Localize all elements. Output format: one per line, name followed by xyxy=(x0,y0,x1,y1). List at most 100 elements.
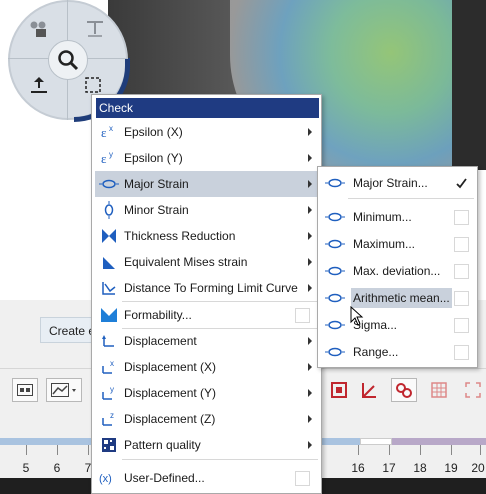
strain-ellipse-icon xyxy=(323,231,347,257)
submenu-item-label: Range... xyxy=(353,345,399,359)
submenu-item-minimum[interactable]: Minimum... xyxy=(321,204,475,230)
select-points-icon[interactable] xyxy=(28,18,50,40)
layout-icon xyxy=(17,384,33,396)
menu-item-formability[interactable]: Formability... xyxy=(95,302,320,328)
menu-separator xyxy=(122,459,318,460)
fit-tool-button[interactable] xyxy=(460,378,486,402)
svg-text:ε: ε xyxy=(101,125,107,140)
submenu-item-maximum[interactable]: Maximum... xyxy=(321,231,475,257)
svg-text:ε: ε xyxy=(101,151,107,166)
menu-item-displacement[interactable]: Displacement xyxy=(95,328,320,354)
menu-item-displacement-x[interactable]: x Displacement (X) xyxy=(95,354,320,380)
submenu-separator xyxy=(348,198,474,199)
search-icon xyxy=(58,50,79,71)
angle-tool-button[interactable] xyxy=(356,378,382,402)
image-view-dropdown[interactable] xyxy=(46,378,82,402)
ruler-tick xyxy=(26,445,27,455)
submenu-item-label: Max. deviation... xyxy=(353,264,441,278)
submenu-item-label: Arithmetic mean... xyxy=(351,288,452,308)
menu-item-label: Displacement (Z) xyxy=(124,412,216,426)
strain-ellipse-icon xyxy=(323,339,347,365)
ruler-tick xyxy=(358,445,359,455)
export-icon[interactable] xyxy=(28,74,50,96)
submenu-item-label: Major Strain... xyxy=(353,176,428,190)
menu-item-minor-strain[interactable]: Minor Strain xyxy=(95,197,320,223)
thickness-reduction-icon xyxy=(98,223,120,249)
text-tool-icon[interactable] xyxy=(84,18,106,40)
strain-ellipse-icon xyxy=(98,171,120,197)
submenu-arrow-icon xyxy=(308,441,312,449)
ruler-label: 16 xyxy=(351,461,365,475)
link-icon xyxy=(396,383,412,398)
menu-item-displacement-y[interactable]: y Displacement (Y) xyxy=(95,380,320,406)
grid-icon xyxy=(431,382,447,398)
create-button-label: Create e xyxy=(49,324,96,338)
strain-ellipse-icon xyxy=(323,312,347,338)
menu-header: Check xyxy=(96,98,319,118)
displacement-icon xyxy=(98,328,120,354)
submenu-item-max-deviation[interactable]: Max. deviation... xyxy=(321,258,475,284)
ruler-label: 17 xyxy=(382,461,396,475)
user-defined-checkbox[interactable] xyxy=(295,471,310,486)
strain-ellipse-icon xyxy=(323,170,347,196)
submenu-arrow-icon xyxy=(308,363,312,371)
submenu-item-label: Maximum... xyxy=(353,237,416,251)
minor-strain-icon xyxy=(98,197,120,223)
section-icon xyxy=(331,382,347,398)
epsilon-y-icon: εy xyxy=(98,145,120,171)
epsilon-x-icon: εx xyxy=(98,119,120,145)
flc-distance-icon xyxy=(98,275,120,301)
ruler-label: 6 xyxy=(53,461,61,475)
submenu-arrow-icon xyxy=(308,389,312,397)
menu-item-label: Distance To Forming Limit Curve xyxy=(124,281,298,295)
menu-item-major-strain[interactable]: Major Strain xyxy=(95,171,320,197)
menu-item-equivalent-mises-strain[interactable]: Equivalent Mises strain xyxy=(95,249,320,275)
arithmetic-mean-checkbox[interactable] xyxy=(454,291,469,306)
menu-item-pattern-quality[interactable]: Pattern quality xyxy=(95,432,320,458)
check-context-menu: Check εx Epsilon (X) εy Epsilon (Y) Majo… xyxy=(91,94,322,494)
submenu-item-range[interactable]: Range... xyxy=(321,339,475,365)
svg-text:x: x xyxy=(109,124,113,133)
menu-item-label: Epsilon (X) xyxy=(124,125,183,139)
max-deviation-checkbox[interactable] xyxy=(454,264,469,279)
formability-icon xyxy=(98,302,120,328)
section-tool-button[interactable] xyxy=(326,378,352,402)
range-checkbox[interactable] xyxy=(454,345,469,360)
menu-item-label: Displacement xyxy=(124,334,197,348)
submenu-arrow-icon xyxy=(308,232,312,240)
formability-checkbox[interactable] xyxy=(295,308,310,323)
menu-item-epsilon-y[interactable]: εy Epsilon (Y) xyxy=(95,145,320,171)
menu-item-label: Formability... xyxy=(124,308,192,322)
ruler-tick xyxy=(88,445,89,455)
check-tool-icon[interactable] xyxy=(82,74,104,96)
menu-item-distance-to-flc[interactable]: Distance To Forming Limit Curve xyxy=(95,275,320,301)
ruler-label: 5 xyxy=(22,461,30,475)
displacement-y-icon: y xyxy=(98,380,120,406)
ruler-tick xyxy=(451,445,452,455)
ruler-label: 20 xyxy=(471,461,485,475)
menu-item-epsilon-x[interactable]: εx Epsilon (X) xyxy=(95,119,320,145)
layout-toggle-button[interactable] xyxy=(12,378,38,402)
menu-item-displacement-z[interactable]: z Displacement (Z) xyxy=(95,406,320,432)
menu-item-thickness-reduction[interactable]: Thickness Reduction xyxy=(95,223,320,249)
grid-tool-button[interactable] xyxy=(426,378,452,402)
major-strain-submenu: Major Strain... Minimum... Maximum... Ma… xyxy=(317,166,478,368)
angle-icon xyxy=(362,383,376,398)
link-tool-button[interactable] xyxy=(391,378,417,402)
submenu-item-major-strain[interactable]: Major Strain... xyxy=(321,170,475,196)
submenu-item-sigma[interactable]: Sigma... xyxy=(321,312,475,338)
minimum-checkbox[interactable] xyxy=(454,210,469,225)
displacement-x-icon: x xyxy=(98,354,120,380)
check-mark-icon[interactable] xyxy=(454,176,469,191)
ruler-label: 19 xyxy=(444,461,458,475)
submenu-item-arithmetic-mean[interactable]: Arithmetic mean... xyxy=(321,285,475,311)
svg-text:(x): (x) xyxy=(99,473,112,485)
maximum-checkbox[interactable] xyxy=(454,237,469,252)
image-chart-icon xyxy=(51,383,76,397)
menu-item-label: Major Strain xyxy=(124,177,189,191)
menu-item-label: Displacement (Y) xyxy=(124,386,217,400)
svg-text:y: y xyxy=(109,150,113,159)
menu-item-user-defined[interactable]: (x) User-Defined... xyxy=(95,465,320,491)
sigma-checkbox[interactable] xyxy=(454,318,469,333)
menu-item-label: Equivalent Mises strain xyxy=(124,255,248,269)
